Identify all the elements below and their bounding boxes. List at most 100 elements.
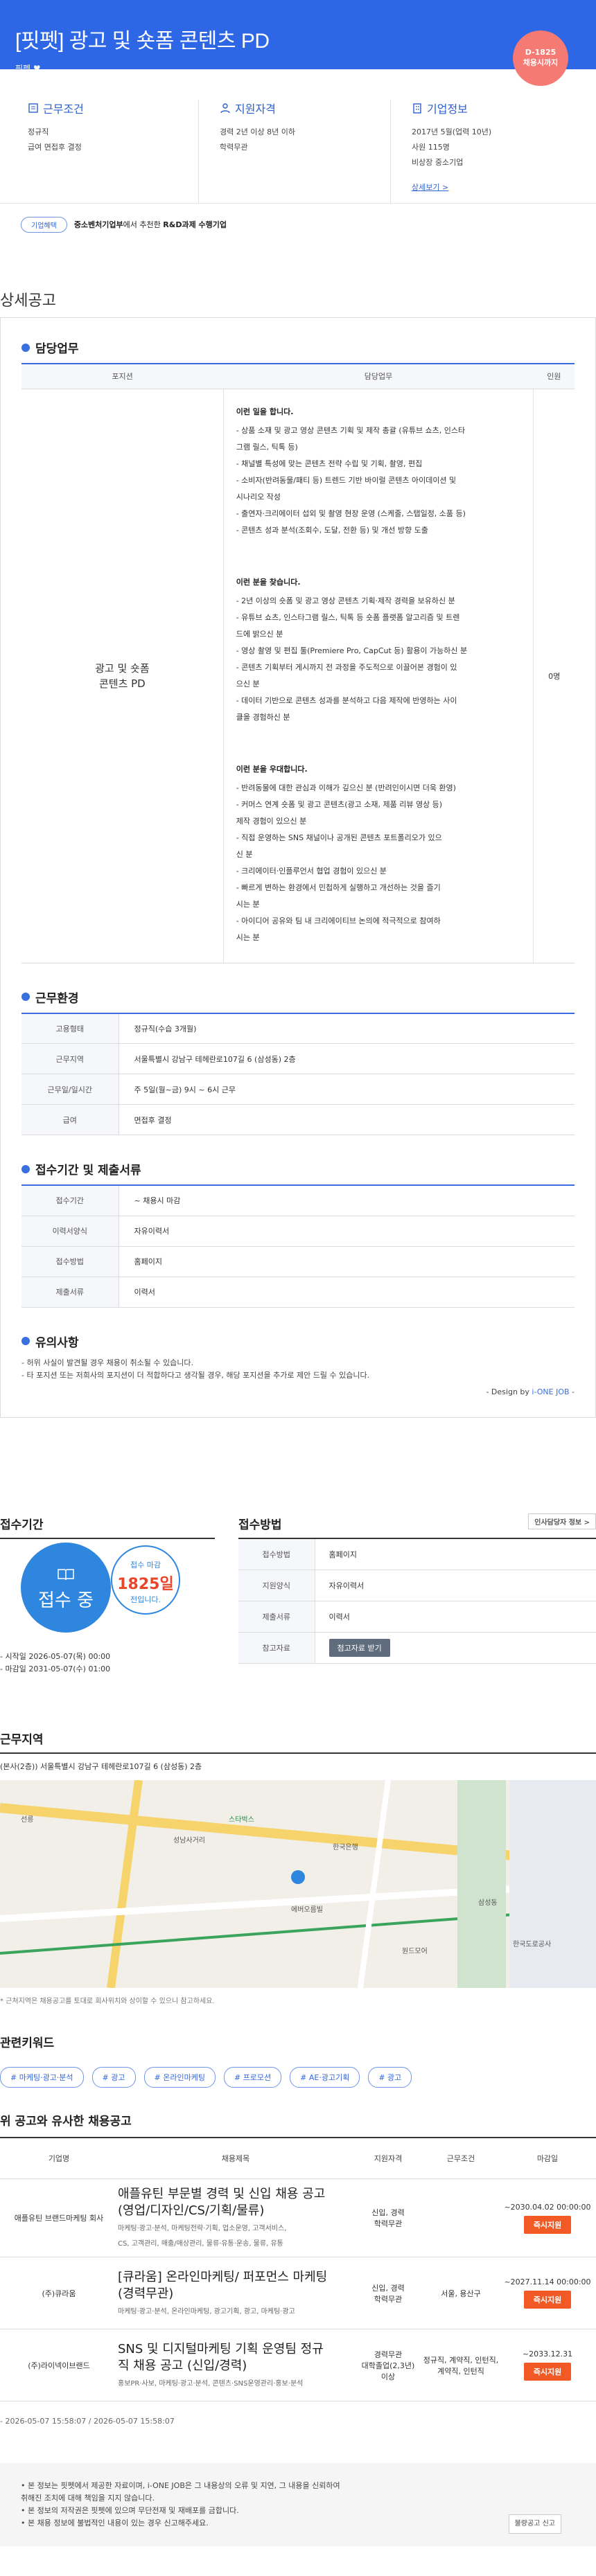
qual-cell: 신입, 경력 학력무관 — [353, 2178, 423, 2257]
status-circle: 접수 중 — [21, 1542, 111, 1633]
duty-item: 드에 밝으신 분 — [236, 629, 283, 639]
map-label: 원드모어 — [402, 1947, 428, 1955]
company-cell[interactable]: 애플유틴 브랜드마케팅 회사 — [0, 2178, 118, 2257]
duty-item: 신 분 — [236, 849, 253, 859]
design-credit: - Design by i-ONE JOB - — [486, 1387, 575, 1396]
detail-box: 담당업무 포지션 담당업무 인원 광고 및 숏폼 콘텐츠 PD 이런 일을 합니… — [0, 317, 596, 1418]
job-title-link[interactable]: [큐라움] 온라인마케팅/ 퍼포먼스 마케팅 — [118, 2269, 353, 2286]
table-row: 접수방법 홈페이지 — [21, 1246, 575, 1277]
book-icon — [58, 1568, 74, 1580]
duty-item: 시는 분 — [236, 932, 260, 942]
duty-item: 그램 릴스, 틱톡 등) — [236, 442, 298, 452]
job-header: [핏펫] 광고 및 숏폼 콘텐츠 PD 핏펫 ♥ D-1825 채용시까지 — [0, 0, 596, 86]
duty-item: - 콘텐츠 성과 분석(조회수, 도달, 전환 등) 및 개선 방향 도출 — [236, 525, 428, 535]
qualification-col: 지원자격 경력 2년 이상 8년 이하 학력무관 — [198, 100, 390, 203]
quick-apply-button[interactable]: 즉시지원 — [523, 2291, 572, 2309]
company-name[interactable]: 핏펫 ♥ — [15, 62, 596, 74]
bullet-icon — [21, 1164, 30, 1173]
apply-period: 접수기간 접수 중 접수 마감 1825일 전입니다. - 시작일 2026-0… — [0, 1515, 238, 1674]
cond-cell: 서울, 용산구 — [423, 2257, 499, 2329]
heart-icon[interactable]: ♥ — [33, 64, 41, 73]
quick-apply-button[interactable]: 즉시지원 — [523, 2215, 572, 2234]
table-row: 접수기간 ~ 채용시 마감 — [21, 1185, 575, 1216]
apply-section: 접수기간 접수 중 접수 마감 1825일 전입니다. - 시작일 2026-0… — [0, 1513, 596, 1674]
apply-method: 접수방법 인사담당자 정보 > 접수방법 홈페이지 지원양식 자유이력서 제출서류 이력서 참… — [238, 1513, 596, 1674]
headcount-cell: 0명 — [533, 389, 575, 963]
keyword-tag[interactable]: # 마케팅·광고·분석 — [0, 2066, 84, 2088]
location-marker-icon[interactable] — [291, 1869, 305, 1884]
table-row: (주)큐라움 [큐라움] 온라인마케팅/ 퍼포먼스 마케팅 (경력무관) 마케팅·광고… — [0, 2257, 596, 2329]
table-row: 제출서류 이력서 — [21, 1277, 575, 1308]
footer-date: - 2026-05-07 15:58:07 / 2026-05-07 15:58… — [0, 2417, 175, 2426]
dday-badge: D-1825 채용시까지 — [513, 30, 568, 86]
table-row: 급여 면접후 결정 — [21, 1104, 575, 1135]
map-label: 스타벅스 — [229, 1815, 254, 1824]
table-row: (주)라이넥이브랜드 SNS 및 디지털마케팅 기획 운영팀 정규 직 채용 공고 … — [0, 2329, 596, 2401]
company-col: 기업정보 2017년 5월(업력 10년) 사원 115명 비상장 중소기업 상… — [390, 100, 582, 203]
env-table: 고용형태 정규직(수습 3개월) 근무지역 서울특별시 강남구 테헤란로107길 6 … — [21, 1012, 575, 1135]
job-keywords: 마케팅·광고·분석, 온라인마케팅, 광고기획, 광고, 마케팅·광고 — [118, 2307, 295, 2316]
area-address: (본사(2층)) 서울특별시 강남구 테헤란로107길 6 (삼성동) 2층 — [0, 1761, 202, 1771]
table-row: 이력서양식 자유이력서 — [21, 1216, 575, 1247]
footer-disclaimer: • 본 정보는 핏펫에서 제공한 자료이며, i-ONE JOB은 그 내용상의… — [0, 2463, 596, 2546]
similar-title: 위 공고와 유사한 채용공고 — [0, 2114, 132, 2129]
job-title-link[interactable]: 직 채용 공고 (신입/경력) — [118, 2358, 353, 2374]
duty-item: - 콘텐츠 기획부터 게시까지 전 과정을 주도적으로 이끌어본 경험이 있 — [236, 662, 457, 672]
job-title-link[interactable]: SNS 및 디지털마케팅 기획 운영팀 정규 — [118, 2341, 353, 2358]
cond-cell — [423, 2178, 499, 2257]
duty-item: - 아이디어 공유와 팀 내 크리에이티브 논의에 적극적으로 참여하 — [236, 916, 441, 925]
map[interactable]: 선릉 성남사거리 스타벅스 에버오름빌 한국은행 삼성동 원드모어 한국도로공사 — [0, 1779, 596, 1988]
duty-item: - 상품 소재 및 광고 영상 콘텐츠 기획 및 제작 총괄 (유튜브 쇼츠, … — [236, 425, 466, 435]
job-title-link[interactable]: (경력무관) — [118, 2286, 353, 2302]
bullet-icon — [21, 1337, 30, 1345]
job-keywords: 홍보PR·사보, 마케팅·광고·분석, 콘텐츠·SNS운영관리·홍보·분석 — [118, 2379, 304, 2388]
document-icon — [28, 103, 38, 113]
job-title: [핏펫] 광고 및 숏폼 콘텐츠 PD — [15, 30, 270, 53]
quick-apply-button[interactable]: 즉시지원 — [523, 2363, 572, 2381]
company-detail-link[interactable]: 상세보기 > — [412, 183, 448, 192]
notes: - 허위 사실이 발견될 경우 채용이 취소될 수 있습니다. - 타 포지션 … — [21, 1358, 370, 1380]
keyword-tag[interactable]: # 온라인마케팅 — [143, 2066, 216, 2088]
table-row: 접수방법 홈페이지 — [238, 1538, 596, 1570]
duty-item: 시는 분 — [236, 899, 260, 909]
person-icon — [220, 103, 230, 114]
keyword-tag[interactable]: # 광고 — [91, 2066, 136, 2088]
benefit-pill[interactable]: 기업혜택 — [21, 216, 67, 233]
bullet-icon — [21, 993, 30, 1001]
keyword-tag[interactable]: # 광고 — [368, 2066, 412, 2088]
job-title-link[interactable]: (영업/디자인/CS/기획/물류) — [118, 2203, 353, 2219]
duty-item: - 영상 촬영 및 편집 툴(Premiere Pro, CapCut 등) 활… — [236, 646, 468, 655]
job-keywords: CS, 고객관리, 매출/매상관리, 물류·유통·운송, 물류, 유통 — [118, 2240, 283, 2248]
page: [핏펫] 광고 및 숏폼 콘텐츠 PD 핏펫 ♥ D-1825 채용시까지 근무… — [0, 0, 596, 2574]
table-row: 근무일/일시간 주 5일(월~금) 9시 ~ 6시 근무 — [21, 1074, 575, 1105]
job-title-link[interactable]: 애플유틴 부문별 경력 및 신입 채용 공고 — [118, 2186, 353, 2203]
duty-item: - 반려동물에 대한 관심과 이해가 깊으신 분 (반려인이시면 더욱 환영) — [236, 783, 456, 792]
duty-block: 이런 분을 우대합니다. - 반려동물에 대한 관심과 이해가 깊으신 분 (반려… — [236, 763, 521, 946]
table-row: 지원양식 자유이력서 — [238, 1570, 596, 1601]
apply-dates: - 시작일 2026-05-07(목) 00:00 - 마감일 2031-05-… — [0, 1651, 111, 1673]
map-label: 에버오름빌 — [291, 1906, 323, 1914]
hr-info-button[interactable]: 인사담당자 정보 > — [528, 1513, 596, 1529]
duty-item: - 직접 운영하는 SNS 채널이나 공개된 콘텐츠 포트폴리오가 있으 — [236, 833, 442, 842]
duty-table: 포지션 담당업무 인원 광고 및 숏폼 콘텐츠 PD 이런 일을 합니다. - 상… — [21, 363, 575, 963]
keyword-tag[interactable]: # 프로모션 — [223, 2066, 282, 2088]
download-attachment-button[interactable]: 첨고자료 받기 — [328, 1639, 390, 1657]
bullet-icon — [21, 343, 30, 352]
qual-cell: 신입, 경력 학력무관 — [353, 2257, 423, 2329]
company-cell[interactable]: (주)큐라움 — [0, 2257, 118, 2329]
keyword-title: 관련키워드 — [0, 2036, 55, 2050]
job-cell[interactable]: 애플유틴 부문별 경력 및 신입 채용 공고 (영업/디자인/CS/기획/물류) 마… — [118, 2178, 353, 2257]
building-icon — [413, 103, 421, 114]
company-cell[interactable]: (주)라이넥이브랜드 — [0, 2329, 118, 2401]
job-cell[interactable]: [큐라움] 온라인마케팅/ 퍼포먼스 마케팅 (경력무관) 마케팅·광고·분석, 온… — [118, 2257, 353, 2329]
report-button[interactable]: 불량공고 신고 — [508, 2514, 561, 2534]
keyword-tag[interactable]: # AE·광고기획 — [290, 2066, 360, 2088]
job-cell[interactable]: SNS 및 디지털마케팅 기획 운영팀 정규 직 채용 공고 (신입/경력) 홍보P… — [118, 2329, 353, 2401]
duty-item: - 크리에이터·인플루언서 협업 경험이 있으신 분 — [236, 866, 387, 876]
map-label: 한국은행 — [333, 1843, 358, 1851]
summary-info: 근무조건 정규직 급여 면접후 결정 지원자격 경력 2년 이상 8년 이하 학… — [0, 86, 596, 204]
period-table: 접수기간 ~ 채용시 마감 이력서양식 자유이력서 접수방법 홈페이지 제출서류 이력서 — [21, 1184, 575, 1308]
map-canvas[interactable]: 선릉 성남사거리 스타벅스 에버오름빌 한국은행 삼성동 원드모어 한국도로공사 — [0, 1779, 596, 1988]
map-label: 한국도로공사 — [513, 1940, 551, 1948]
table-row: 근무지역 서울특별시 강남구 테헤란로107길 6 (삼성동) 2층 — [21, 1043, 575, 1074]
